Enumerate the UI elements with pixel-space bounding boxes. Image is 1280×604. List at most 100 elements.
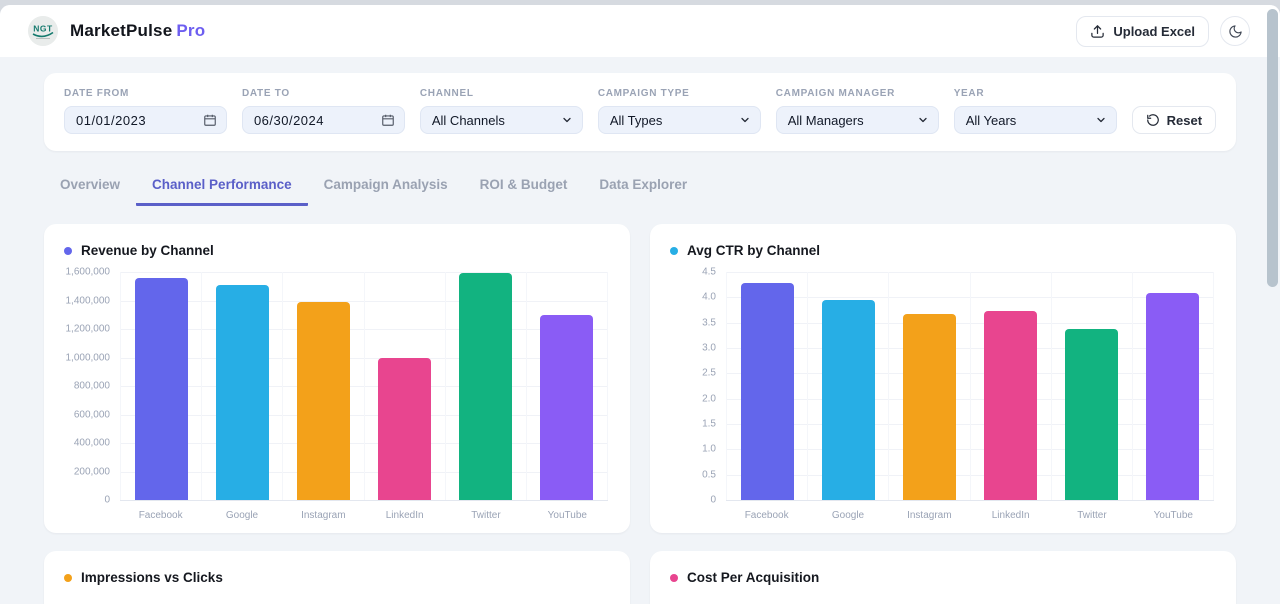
bar-slot [201,272,282,500]
bar-slot [726,272,807,500]
bar-chart: 1,600,0001,400,0001,200,0001,000,000800,… [64,272,610,521]
campaign-manager-value: All Managers [788,113,864,128]
bar-instagram[interactable] [903,314,956,500]
bar-slot [120,272,201,500]
y-tick-label: 1,000,000 [66,352,111,363]
y-tick-label: 1,600,000 [66,267,111,278]
svg-text:NGT: NGT [33,24,53,34]
x-tick-label: YouTube [1133,500,1214,521]
bars [726,272,1214,500]
chart-title: Cost Per Acquisition [687,570,819,585]
moon-icon [1228,24,1243,39]
bar-instagram[interactable] [297,302,350,500]
bar-linkedin[interactable] [378,358,431,501]
x-tick-label: Instagram [283,500,364,521]
bar-google[interactable] [216,285,269,500]
x-tick-label: Twitter [1051,500,1132,521]
campaign-manager-label: CAMPAIGN MANAGER [776,88,939,99]
calendar-icon[interactable] [381,113,395,127]
x-axis: FacebookGoogleInstagramLinkedInTwitterYo… [120,500,608,521]
bar-slot [1132,272,1214,500]
tab-bar: Overview Channel Performance Campaign An… [44,173,1236,206]
channel-select[interactable]: All Channels [420,106,583,134]
bar-slot [364,272,445,500]
campaign-type-value: All Types [610,113,663,128]
impressions-vs-clicks-card: Impressions vs Clicks [44,551,630,604]
bar-google[interactable] [822,300,875,500]
date-to-label: DATE TO [242,88,405,99]
tab-data-explorer[interactable]: Data Explorer [583,173,703,206]
reset-label: Reset [1167,113,1202,128]
filter-campaign-manager: CAMPAIGN MANAGER All Managers [776,88,939,134]
app-window: NGT MarketPulsePro Upload Excel [0,5,1280,604]
legend-dot [670,574,678,582]
y-tick-label: 400,000 [74,438,110,449]
chart-title: Avg CTR by Channel [687,243,820,258]
y-tick-label: 4.0 [702,292,716,303]
tab-overview[interactable]: Overview [44,173,136,206]
chevron-down-icon [561,114,573,126]
upload-icon [1090,24,1105,39]
filter-date-from: DATE FROM [64,88,227,134]
campaign-manager-select[interactable]: All Managers [776,106,939,134]
scrollbar-thumb[interactable] [1267,9,1278,287]
chart-title-row: Impressions vs Clicks [64,567,610,585]
reset-icon [1146,113,1160,127]
gridline [726,500,1214,501]
bar-slot [888,272,969,500]
tab-roi-budget[interactable]: ROI & Budget [464,173,584,206]
y-axis: 4.54.03.53.02.52.01.51.00.50 [670,272,726,500]
bar-twitter[interactable] [459,273,512,500]
campaign-type-select[interactable]: All Types [598,106,761,134]
year-select[interactable]: All Years [954,106,1117,134]
y-tick-label: 1,200,000 [66,324,111,335]
tab-campaign-analysis[interactable]: Campaign Analysis [308,173,464,206]
revenue-by-channel-card: Revenue by Channel 1,600,0001,400,0001,2… [44,224,630,533]
date-from-input[interactable] [64,106,227,134]
reset-button[interactable]: Reset [1132,106,1216,134]
calendar-icon[interactable] [203,113,217,127]
date-from-value[interactable] [76,113,197,128]
plot-area [726,272,1214,500]
y-tick-label: 600,000 [74,409,110,420]
theme-toggle-button[interactable] [1220,16,1250,46]
bar-linkedin[interactable] [984,311,1037,500]
y-tick-label: 0 [104,495,110,506]
y-tick-label: 4.5 [702,267,716,278]
logo: NGT [28,16,58,46]
tab-channel-performance[interactable]: Channel Performance [136,173,308,206]
y-tick-label: 0.5 [702,469,716,480]
bar-slot [445,272,526,500]
bar-youtube[interactable] [1146,293,1199,500]
date-to-input[interactable] [242,106,405,134]
bar-facebook[interactable] [741,283,794,500]
channel-label: CHANNEL [420,88,583,99]
legend-dot [64,247,72,255]
filter-channel: CHANNEL All Channels [420,88,583,134]
channel-value: All Channels [432,113,505,128]
bar-twitter[interactable] [1065,329,1118,500]
chart-title-row: Cost Per Acquisition [670,567,1216,585]
brand-title: MarketPulsePro [70,21,205,41]
bar-slot [282,272,363,500]
y-tick-label: 0 [710,495,716,506]
upload-excel-button[interactable]: Upload Excel [1076,16,1209,47]
x-tick-label: YouTube [527,500,608,521]
filter-year: YEAR All Years [954,88,1117,134]
x-tick-label: Instagram [889,500,970,521]
bar-facebook[interactable] [135,278,188,500]
y-tick-label: 1.5 [702,418,716,429]
x-tick-label: Twitter [445,500,526,521]
chevron-down-icon [1095,114,1107,126]
date-to-value[interactable] [254,113,375,128]
bars [120,272,608,500]
chart-title-row: Revenue by Channel [64,240,610,258]
legend-dot [670,247,678,255]
scrollbar-track [1266,5,1280,604]
bar-youtube[interactable] [540,315,593,500]
app-header: NGT MarketPulsePro Upload Excel [0,5,1280,57]
chart-title: Revenue by Channel [81,243,214,258]
y-tick-label: 1.0 [702,444,716,455]
x-tick-label: Facebook [120,500,201,521]
chevron-down-icon [739,114,751,126]
